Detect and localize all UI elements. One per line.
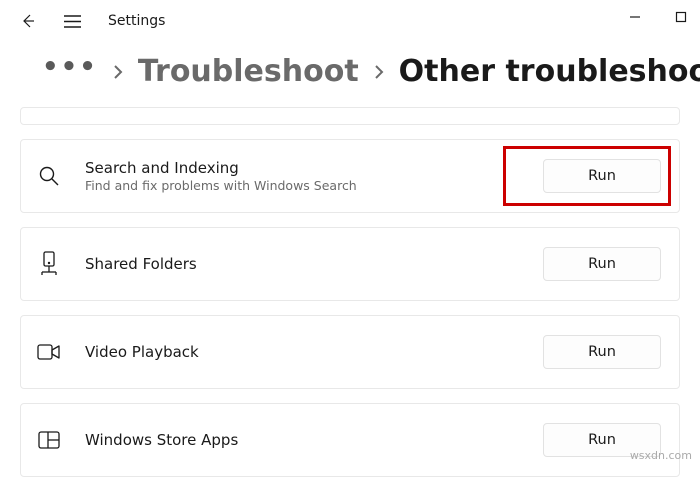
run-button[interactable]: Run <box>543 247 661 281</box>
menu-button[interactable] <box>54 3 90 39</box>
card-description: Find and fix problems with Windows Searc… <box>85 178 543 193</box>
troubleshooter-card-shared-folders[interactable]: Shared Folders Run <box>20 227 680 301</box>
breadcrumb-current: Other troubleshooters <box>399 54 700 89</box>
card-title: Windows Store Apps <box>85 431 543 449</box>
card-text: Shared Folders <box>85 255 543 273</box>
hamburger-icon <box>64 15 81 28</box>
titlebar: Settings <box>0 0 700 42</box>
video-icon <box>35 338 63 366</box>
chevron-right-icon <box>373 64 385 80</box>
breadcrumb: ••• Troubleshoot Other troubleshooters <box>0 42 700 107</box>
run-button[interactable]: Run <box>543 159 661 193</box>
shared-folders-icon <box>35 250 63 278</box>
card-text: Search and Indexing Find and fix problem… <box>85 159 543 193</box>
card-title: Shared Folders <box>85 255 543 273</box>
apps-icon <box>35 426 63 454</box>
card-title: Search and Indexing <box>85 159 543 177</box>
chevron-right-icon <box>112 64 124 80</box>
app-title: Settings <box>108 13 165 29</box>
card-text: Windows Store Apps <box>85 431 543 449</box>
back-arrow-icon <box>20 13 36 29</box>
back-button[interactable] <box>10 3 46 39</box>
maximize-icon <box>675 11 687 23</box>
breadcrumb-parent[interactable]: Troubleshoot <box>138 54 359 89</box>
watermark: wsxdn.com <box>630 449 692 462</box>
card-text: Video Playback <box>85 343 543 361</box>
minimize-icon <box>629 11 641 23</box>
card-stub <box>20 107 680 125</box>
window-controls <box>626 8 690 26</box>
run-button[interactable]: Run <box>543 335 661 369</box>
breadcrumb-overflow[interactable]: ••• <box>42 60 98 84</box>
troubleshooter-card-search-indexing[interactable]: Search and Indexing Find and fix problem… <box>20 139 680 213</box>
search-icon <box>35 162 63 190</box>
content: Search and Indexing Find and fix problem… <box>0 107 700 477</box>
troubleshooter-card-video-playback[interactable]: Video Playback Run <box>20 315 680 389</box>
maximize-button[interactable] <box>672 8 690 26</box>
troubleshooter-card-windows-store-apps[interactable]: Windows Store Apps Run <box>20 403 680 477</box>
card-title: Video Playback <box>85 343 543 361</box>
minimize-button[interactable] <box>626 8 644 26</box>
